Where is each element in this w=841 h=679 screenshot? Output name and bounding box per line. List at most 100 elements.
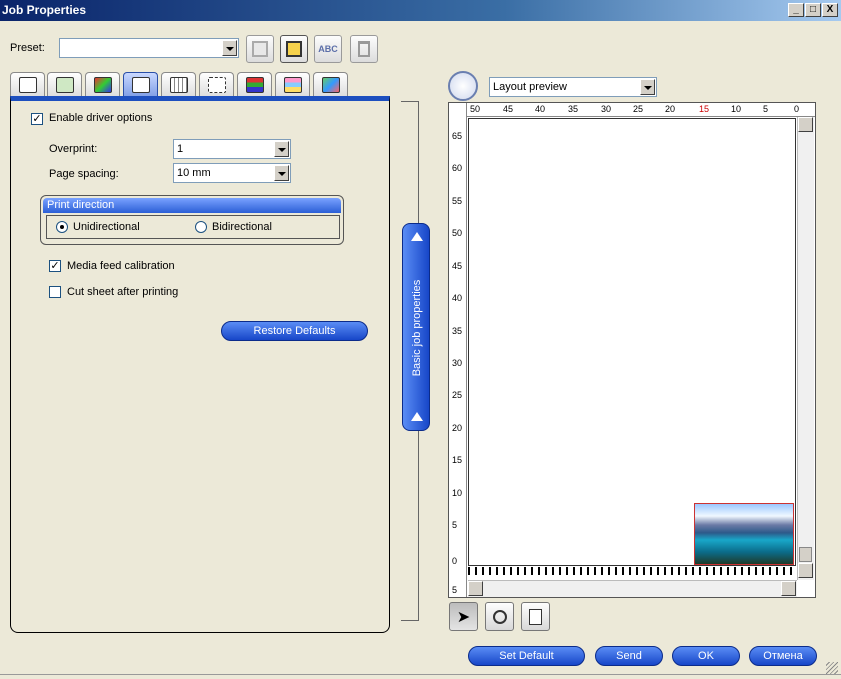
ruler-left-tick: 65 bbox=[452, 131, 463, 141]
page-spacing-value: 10 mm bbox=[177, 167, 211, 179]
job-thumbnail[interactable] bbox=[694, 503, 794, 565]
tab-copy[interactable] bbox=[47, 72, 82, 97]
preset-label: Preset: bbox=[10, 42, 45, 54]
delete-preset-button[interactable] bbox=[350, 35, 378, 63]
set-default-button[interactable]: Set Default bbox=[468, 646, 585, 666]
eyedropper-icon bbox=[321, 77, 340, 93]
scroll-right-button[interactable] bbox=[781, 581, 796, 596]
preview-clock-icon[interactable] bbox=[448, 71, 478, 101]
layers-icon bbox=[283, 77, 302, 93]
chevron-down-icon[interactable] bbox=[274, 165, 289, 181]
ruler-top-tick: 40 bbox=[535, 104, 546, 114]
unidirectional-radio[interactable] bbox=[56, 221, 68, 233]
close-button[interactable]: X bbox=[822, 3, 838, 17]
preview-mode-select[interactable]: Layout preview bbox=[489, 77, 657, 97]
zoom-tool-button[interactable] bbox=[485, 602, 514, 631]
ruler-left-tick: 5 bbox=[452, 520, 458, 530]
basic-job-properties-tab[interactable]: Basic job properties bbox=[402, 223, 430, 431]
save-as-preset-button[interactable] bbox=[280, 35, 308, 63]
enable-driver-options-label: Enable driver options bbox=[49, 112, 153, 124]
media-feed-calibration-checkbox[interactable]: ✓ bbox=[49, 260, 61, 272]
chevron-down-icon[interactable] bbox=[274, 141, 289, 157]
preset-combo[interactable] bbox=[59, 38, 239, 58]
rename-preset-button[interactable]: ABC bbox=[314, 35, 342, 63]
ruler-top-tick: 20 bbox=[665, 104, 676, 114]
ruler-top-tick: 50 bbox=[470, 104, 481, 114]
ruler-top-tick: 0 bbox=[794, 104, 800, 114]
marks-icon bbox=[207, 77, 226, 93]
tab-color[interactable] bbox=[85, 72, 120, 97]
restore-defaults-button[interactable]: Restore Defaults bbox=[221, 321, 368, 341]
enable-driver-options-checkbox[interactable]: ✓ bbox=[31, 113, 43, 125]
ruler-left-tick: 25 bbox=[452, 390, 463, 400]
layout-preview[interactable] bbox=[448, 102, 816, 598]
scroll-left-button[interactable] bbox=[468, 581, 483, 596]
ruler-left-tick: 55 bbox=[452, 196, 463, 206]
ruler-left-tick: 50 bbox=[452, 228, 463, 238]
chevron-down-icon[interactable] bbox=[222, 40, 237, 56]
arrow-cursor-icon: ➤ bbox=[456, 608, 471, 626]
cut-sheet-checkbox[interactable] bbox=[49, 286, 61, 298]
print-direction-group: Print direction bbox=[40, 195, 344, 245]
select-tool-button[interactable]: ➤ bbox=[449, 602, 478, 631]
chevron-down-icon[interactable] bbox=[640, 79, 655, 95]
save-preset-button[interactable] bbox=[246, 35, 274, 63]
collapse-down-icon bbox=[411, 412, 423, 421]
tab-document[interactable] bbox=[10, 72, 45, 97]
tab-eyedropper[interactable] bbox=[313, 72, 348, 97]
ruler-top-tick: 45 bbox=[503, 104, 514, 114]
ruler-left-tick: 30 bbox=[452, 358, 463, 368]
spellcheck-icon: ABC bbox=[318, 44, 338, 54]
tab-marks[interactable] bbox=[199, 72, 234, 97]
ruler-top-tick: 30 bbox=[601, 104, 612, 114]
bidirectional-radio[interactable] bbox=[195, 221, 207, 233]
ruler-left-tick: 60 bbox=[452, 163, 463, 173]
ok-button[interactable]: OK bbox=[672, 646, 740, 666]
ruler-top-tick: 25 bbox=[633, 104, 644, 114]
ruler-left-tick: 40 bbox=[452, 293, 463, 303]
send-button[interactable]: Send bbox=[595, 646, 663, 666]
ruler-left-tick: 15 bbox=[452, 455, 463, 465]
media-feed-marks bbox=[468, 567, 796, 575]
tab-layout[interactable] bbox=[161, 72, 196, 97]
bidirectional-label: Bidirectional bbox=[212, 221, 272, 233]
trash-icon bbox=[358, 41, 370, 57]
cancel-button[interactable]: Отмена bbox=[749, 646, 817, 666]
overprint-select[interactable]: 1 bbox=[173, 139, 291, 159]
unidirectional-label: Unidirectional bbox=[73, 221, 140, 233]
scroll-up-button[interactable] bbox=[798, 117, 813, 132]
maximize-button[interactable]: □ bbox=[805, 3, 821, 17]
ruler-top-tick: 5 bbox=[763, 104, 769, 114]
overprint-label: Overprint: bbox=[49, 143, 98, 155]
title-bar: Job Properties bbox=[0, 0, 841, 21]
tab-layers[interactable] bbox=[275, 72, 310, 97]
cut-sheet-label: Cut sheet after printing bbox=[67, 286, 179, 298]
magnifier-icon bbox=[492, 609, 507, 624]
ruler-left-tick: 10 bbox=[452, 488, 463, 498]
page-spacing-label: Page spacing: bbox=[49, 168, 119, 180]
printer-icon bbox=[131, 77, 150, 93]
minimize-button[interactable]: _ bbox=[788, 3, 804, 17]
ruler-top-tick: 15 bbox=[699, 104, 710, 114]
ruler-top-tick: 35 bbox=[568, 104, 579, 114]
ruler-left-tick: 20 bbox=[452, 423, 463, 433]
floppy-disk-icon bbox=[286, 41, 302, 57]
fit-page-button[interactable] bbox=[521, 602, 550, 631]
tab-printer[interactable] bbox=[123, 72, 158, 97]
ruler-left-tick: 0 bbox=[452, 556, 458, 566]
scroll-thumb[interactable] bbox=[799, 547, 812, 562]
layout-icon bbox=[169, 77, 188, 93]
resize-grip[interactable] bbox=[826, 662, 838, 674]
media-sheet bbox=[468, 118, 796, 566]
media-feed-calibration-label: Media feed calibration bbox=[67, 260, 175, 272]
basic-job-properties-label: Basic job properties bbox=[411, 279, 423, 377]
overprint-value: 1 bbox=[177, 143, 184, 155]
preview-vertical-scrollbar[interactable] bbox=[797, 117, 814, 580]
preview-horizontal-scrollbar[interactable] bbox=[468, 580, 797, 597]
scroll-down-button[interactable] bbox=[798, 563, 813, 578]
ruler-left-tick: 35 bbox=[452, 326, 463, 336]
color-bars-icon bbox=[245, 77, 264, 93]
page-spacing-select[interactable]: 10 mm bbox=[173, 163, 291, 183]
tab-color-bars[interactable] bbox=[237, 72, 272, 97]
zoom-page-icon bbox=[529, 608, 542, 625]
